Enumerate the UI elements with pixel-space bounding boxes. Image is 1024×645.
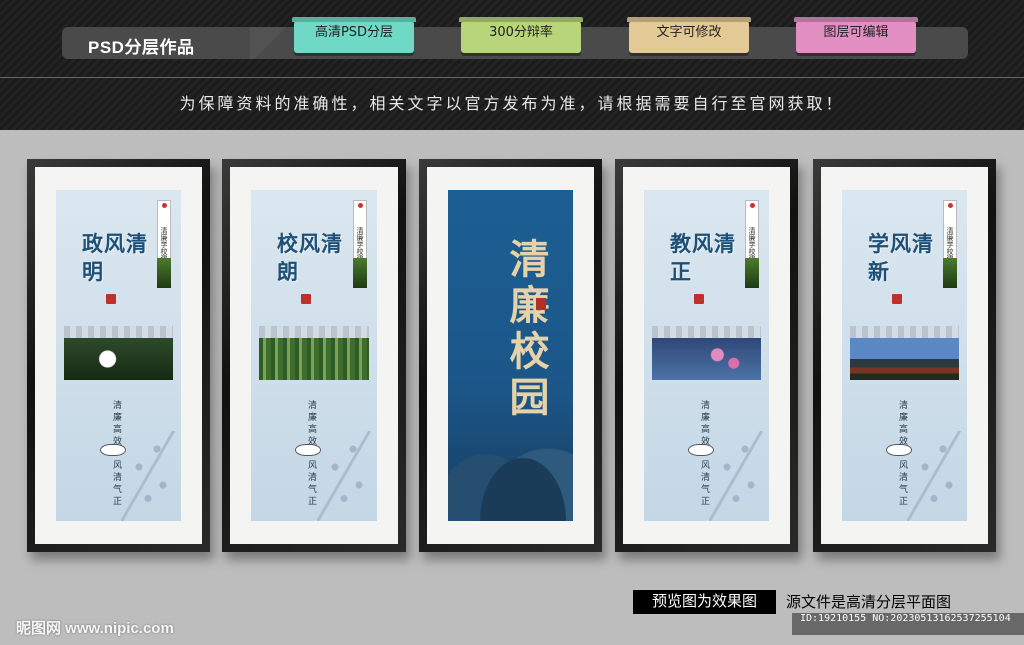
center-poster-art: 清廉校园 [448, 190, 573, 521]
plum-blossom-icon [121, 431, 181, 521]
source-label: 源文件是高清分层平面图 [786, 593, 952, 611]
frame-mat: 清廉校园 [427, 167, 594, 544]
frame-mat: 清廉学校建设 校风清朗 清廉高效 风清气正 [230, 167, 398, 544]
frame-panel-2: 清廉学校建设 校风清朗 清廉高效 风清气正 [222, 159, 406, 552]
poster-title: 教风清正 [670, 231, 736, 284]
red-seal-icon [892, 294, 902, 304]
tag-hd-psd: 高清PSD分层 [294, 21, 414, 53]
tag-editable-text: 文字可修改 [629, 21, 749, 53]
poster-art: 清廉学校建设 教风清正 清廉高效 风清气正 [644, 190, 769, 521]
banner-divider [0, 77, 1024, 78]
preview-label: 预览图为效果图 [633, 590, 776, 614]
mountain-landscape [448, 411, 573, 521]
frame-mat: 清廉学校建设 教风清正 清廉高效 风清气正 [623, 167, 790, 544]
bamboo-photo [259, 338, 369, 380]
plum-blossom-icon [907, 431, 967, 521]
poster-art: 清廉学校建设 政风清明 清廉高效 风清气正 [56, 190, 181, 521]
center-title: 清廉校园 [502, 238, 550, 422]
red-seal-icon [106, 294, 116, 304]
pattern-band [64, 326, 173, 338]
notice-text: 为保障资料的准确性，相关文字以官方发布为准，请根据需要自行至官网获取！ [179, 94, 845, 113]
bamboo-thumbnail [157, 258, 171, 288]
red-seal-icon [301, 294, 311, 304]
poster-art: 清廉学校建设 校风清朗 清廉高效 风清气正 [251, 190, 377, 521]
frame-panel-1: 清廉学校建设 政风清明 清廉高效 风清气正 [27, 159, 210, 552]
lotus-photo [64, 338, 173, 380]
frame-mat: 清廉学校建设 政风清明 清廉高效 风清气正 [35, 167, 202, 544]
temple-photo [850, 338, 959, 380]
poster-title: 学风清新 [868, 231, 934, 284]
tag-editable-layers: 图层可编辑 [796, 21, 916, 53]
frame-panel-center: 清廉校园 [419, 159, 602, 552]
bamboo-thumbnail [943, 258, 957, 288]
red-seal-icon [536, 298, 546, 310]
poster-art: 清廉学校建设 学风清新 清廉高效 风清气正 [842, 190, 967, 521]
banner-title: PSD分层作品 [88, 38, 195, 57]
tag-resolution: 300分辩率 [461, 21, 581, 53]
pattern-band [652, 326, 761, 338]
image-id-bar: ID:19210155 NO:20230513162537255104 [792, 613, 1024, 635]
pill-arrow-decoration [250, 27, 290, 59]
poster-title: 政风清明 [82, 231, 148, 284]
frame-panel-4: 清廉学校建设 教风清正 清廉高效 风清气正 [615, 159, 798, 552]
blossom-photo [652, 338, 761, 380]
pattern-band [259, 326, 369, 338]
bamboo-thumbnail [745, 258, 759, 288]
frame-panel-5: 清廉学校建设 学风清新 清廉高效 风清气正 [813, 159, 996, 552]
plum-blossom-icon [709, 431, 769, 521]
pattern-band [850, 326, 959, 338]
bamboo-thumbnail [353, 258, 367, 288]
plum-blossom-icon [317, 431, 377, 521]
red-seal-icon [694, 294, 704, 304]
poster-title: 校风清朗 [277, 231, 343, 284]
site-watermark: 昵图网 www.nipic.com [16, 620, 174, 637]
top-banner: PSD分层作品 高清PSD分层 300分辩率 文字可修改 图层可编辑 为保障资料… [0, 0, 1024, 130]
frame-mat: 清廉学校建设 学风清新 清廉高效 风清气正 [821, 167, 988, 544]
